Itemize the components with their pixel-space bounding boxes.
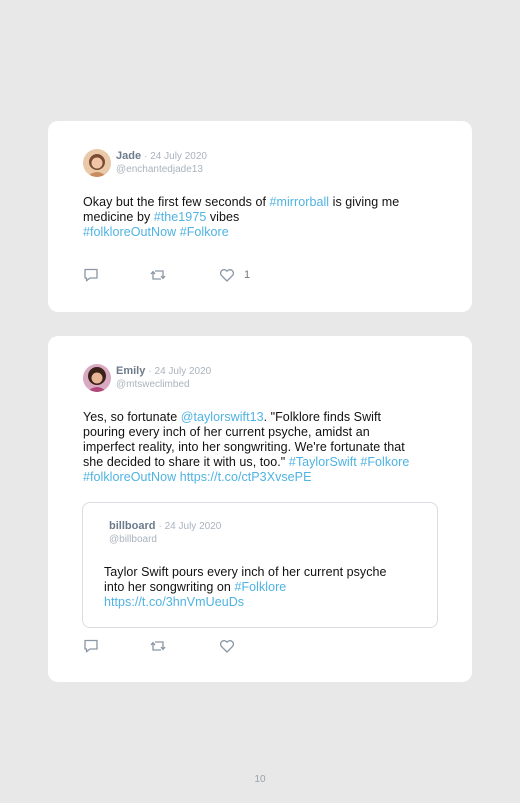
tweet-text-run: imperfect reality, into her songwriting.… [83,440,405,454]
tweet-link[interactable]: #folkloreOutNow [83,225,176,239]
tweet-text-run: she decided to share it with us, too." [83,455,289,469]
tweet-link[interactable]: #Folkore [360,455,409,469]
reply-icon [84,639,98,653]
tweet-text-run: Taylor Swift pours every inch of her cur… [104,565,387,579]
author-handle[interactable]: @enchantedjade13 [116,164,203,175]
retweet-button[interactable] [150,267,166,283]
reply-button[interactable] [83,267,99,283]
tweet-text-run: Yes, so fortunate [83,410,181,424]
author-name[interactable]: Jade [116,150,141,162]
like-icon [219,640,235,653]
tweet-card: Jade · 24 July 2020 @enchantedjade13 Oka… [48,121,472,312]
tweet-text: Okay but the first few seconds of #mirro… [83,195,443,240]
tweet-link[interactable]: https://t.co/3hnVmUeuDs [104,595,244,609]
avatar[interactable] [83,364,111,392]
like-icon [219,269,235,282]
tweet-link[interactable]: #Folkore [180,225,229,239]
reply-button[interactable] [83,638,99,654]
author-line: Jade · 24 July 2020 [116,150,207,162]
page-number: 10 [254,774,266,785]
tweet-link[interactable]: https://t.co/ctP3XvsePE [180,470,312,484]
quoted-author-name[interactable]: billboard [109,520,155,532]
quoted-tweet-date: · 24 July 2020 [158,521,222,532]
retweet-icon [150,641,166,651]
tweet-date: · 24 July 2020 [144,151,207,162]
tweet-link[interactable]: #mirrorball [270,195,330,209]
author-name[interactable]: Emily [116,365,145,377]
tweet-link[interactable]: #the1975 [154,210,207,224]
like-button[interactable] [219,638,235,654]
tweet-card: Emily · 24 July 2020 @mtsweclimbed Yes, … [48,336,472,682]
tweet-text-run: vibes [206,210,240,224]
retweet-button[interactable] [150,638,166,654]
avatar[interactable] [83,149,111,177]
tweet-text-run: is giving me [329,195,400,209]
quoted-tweet-text: Taylor Swift pours every inch of her cur… [104,565,424,610]
tweet-text-run: . "Folklore finds Swift [263,410,382,424]
retweet-icon [150,270,166,280]
tweet-text-run: medicine by [83,210,154,224]
author-line: Emily · 24 July 2020 [116,365,211,377]
like-button[interactable]: 1 [219,267,250,283]
tweet-link[interactable]: #Folklore [234,580,286,594]
tweet-link[interactable]: #TaylorSwift [289,455,357,469]
tweet-date: · 24 July 2020 [148,366,212,377]
tweet-text-run: Okay but the first few seconds of [83,195,270,209]
quoted-author-handle[interactable]: @billboard [109,534,157,545]
tweet-link[interactable]: @taylorswift13 [181,410,264,424]
reply-icon [84,268,98,282]
tweet-link[interactable]: #folkloreOutNow [83,470,176,484]
like-count: 1 [244,269,251,281]
tweet-text-run: pouring every inch of her current psyche… [83,425,370,439]
author-handle[interactable]: @mtsweclimbed [116,379,190,390]
quoted-author-line: billboard · 24 July 2020 [109,520,221,532]
quoted-tweet[interactable]: billboard · 24 July 2020 @billboard Tayl… [82,502,438,628]
tweet-actions [83,638,283,654]
tweet-text: Yes, so fortunate @taylorswift13. "Folkl… [83,410,443,485]
tweet-actions: 1 [83,267,283,283]
tweet-text-run: into her songwriting on [104,580,235,594]
